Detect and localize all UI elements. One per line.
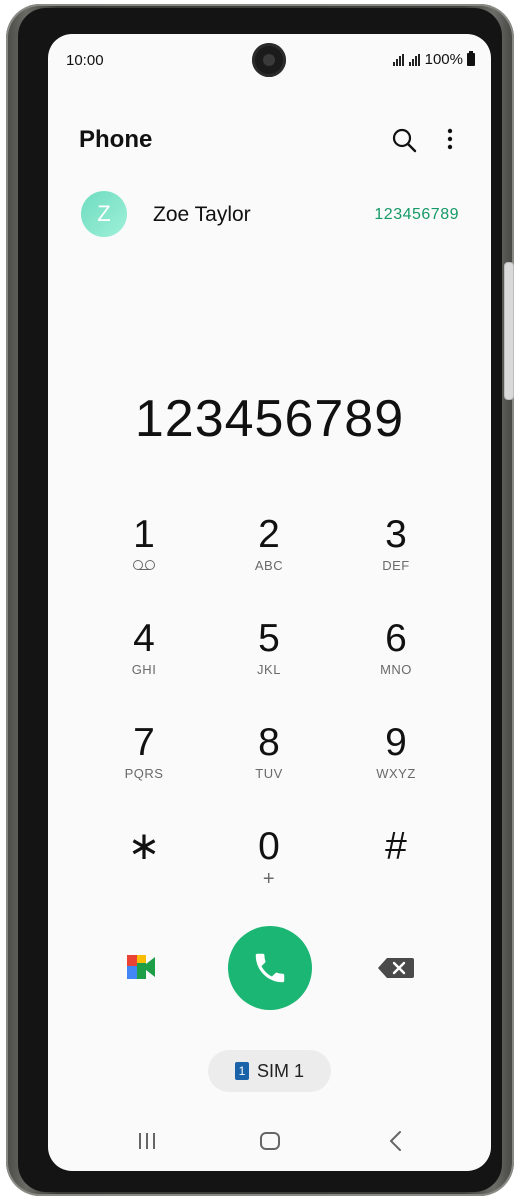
phone-icon	[255, 953, 285, 983]
sim-label: SIM 1	[256, 1060, 304, 1081]
call-button[interactable]	[228, 926, 312, 1010]
dialed-number[interactable]: 123456789	[48, 389, 491, 449]
voicemail-icon	[133, 560, 155, 570]
key-4[interactable]: 4 GHI	[89, 618, 199, 708]
battery-percent: 100%	[424, 51, 463, 68]
front-camera	[252, 43, 286, 77]
recent-apps-icon[interactable]	[132, 1127, 162, 1155]
key-7[interactable]: 7 PQRS	[89, 722, 199, 812]
page-title: Phone	[79, 126, 153, 153]
status-time: 10:00	[66, 52, 104, 69]
key-hash[interactable]: #	[341, 826, 451, 916]
status-icons: 100%	[392, 51, 475, 68]
key-8[interactable]: 8 TUV	[214, 722, 324, 812]
more-vertical-icon[interactable]	[436, 126, 464, 154]
battery-icon	[467, 51, 475, 66]
home-icon[interactable]	[255, 1127, 285, 1155]
key-3[interactable]: 3 DEF	[341, 514, 451, 604]
sim-card-icon: 1	[234, 1062, 249, 1080]
contact-name: Zoe Taylor	[153, 203, 251, 226]
side-button	[504, 262, 514, 400]
key-1[interactable]: 1	[89, 514, 199, 604]
key-9[interactable]: 9 WXYZ	[341, 722, 451, 812]
suggested-contact[interactable]: Z Zoe Taylor 123456789	[48, 184, 491, 248]
key-star[interactable]: ∗	[89, 826, 199, 916]
key-0[interactable]: 0 +	[214, 826, 324, 916]
signal-icon-2	[408, 53, 421, 66]
key-5[interactable]: 5 JKL	[214, 618, 324, 708]
contact-number: 123456789	[374, 206, 459, 223]
search-icon[interactable]	[390, 126, 418, 154]
key-6[interactable]: 6 MNO	[341, 618, 451, 708]
key-2[interactable]: 2 ABC	[214, 514, 324, 604]
sim-selector-button[interactable]: 1 SIM 1	[208, 1050, 331, 1092]
back-icon[interactable]	[381, 1127, 411, 1155]
video-call-icon[interactable]	[124, 952, 160, 982]
signal-icon	[392, 53, 405, 66]
avatar: Z	[81, 191, 127, 237]
screen: 10:00 100% Phone Z Zoe Taylor 123456789 …	[48, 34, 491, 1171]
backspace-icon[interactable]	[377, 956, 415, 980]
